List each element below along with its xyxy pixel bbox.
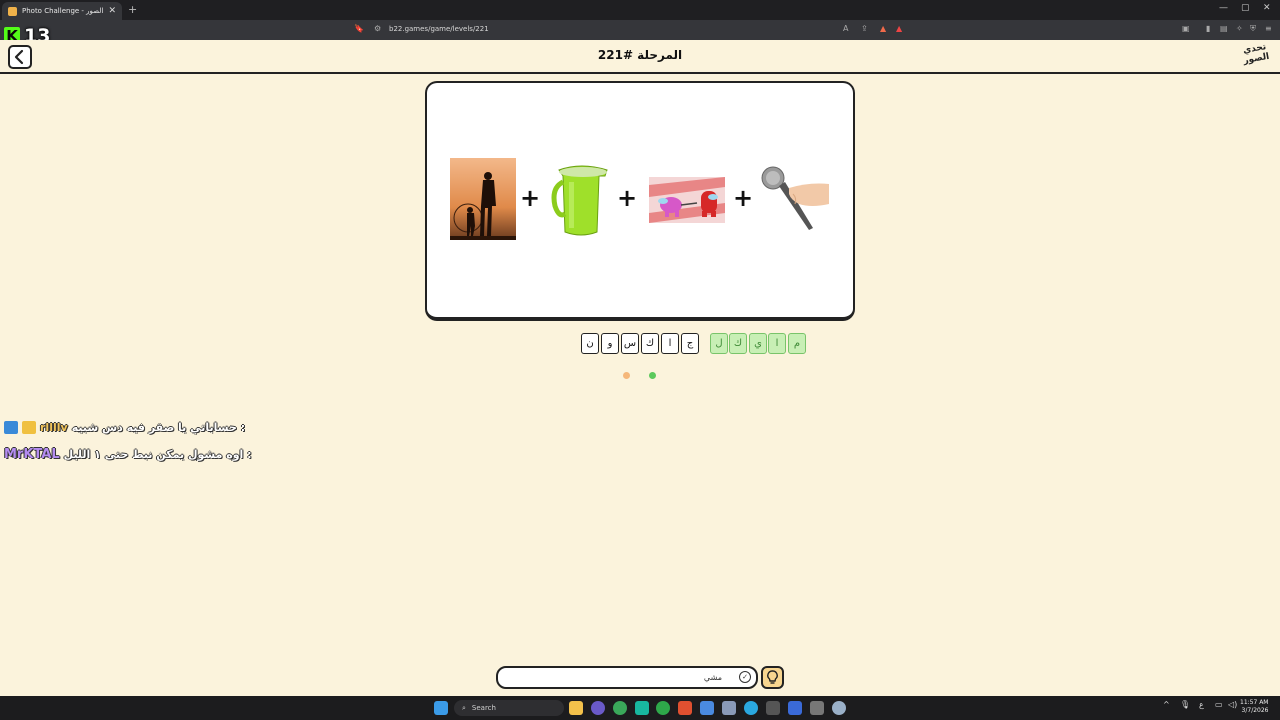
url-text: b22.games/game/levels/221 [389,25,489,33]
lightbulb-icon [767,670,778,684]
crown-badge-icon [22,421,36,434]
father-and-son-image [450,158,516,240]
brave-icon[interactable] [678,701,692,715]
chat-message: rllllv حساباتي يا صقر فيه دس شبيه : [4,421,245,434]
back-button[interactable] [8,45,32,69]
plus-icon: + [617,184,638,212]
answer-letter-slot[interactable]: ك [641,333,659,354]
plus-icon: + [520,184,541,212]
answer-letter-slot[interactable]: و [601,333,619,354]
bookmark-icon[interactable]: 🔖 [354,24,364,33]
windows-start-icon[interactable] [434,701,448,715]
close-window-icon[interactable]: ✕ [1263,3,1271,13]
microphone-image [759,164,831,236]
clock-time: 11:57 AM [1240,699,1269,706]
address-bar-row [0,20,1280,57]
minimize-icon[interactable]: — [1219,3,1228,13]
tray-chevron-icon[interactable]: ^ [1163,700,1170,709]
app-icon[interactable] [635,701,649,715]
brave-rewards-icon[interactable]: ▲ [896,24,902,33]
app-icon[interactable] [810,701,824,715]
site-info-icon[interactable]: ⚙ [374,24,381,33]
answer-letter-slot[interactable]: س [621,333,639,354]
chat-username: rllllv [40,421,68,434]
app-icon[interactable] [788,701,802,715]
close-tab-icon[interactable]: ✕ [108,6,116,16]
revealed-letter-slot[interactable]: ا [768,333,786,354]
answer-input[interactable]: مشي ✓ [496,666,758,689]
new-tab-icon[interactable]: + [128,3,137,16]
browser-tab-bar: Photo Challenge - تحدي الصور ✕ + — ▢ ✕ [0,0,1280,20]
language-indicator[interactable]: ع [1199,700,1204,709]
answer-letter-slot[interactable]: ن [581,333,599,354]
chevron-left-icon [14,49,24,65]
chat-text: اوه مشول يمكن نبط حتى ١ الليل : [63,448,252,461]
leo-ai-icon[interactable]: ✧ [1236,24,1243,33]
share-icon[interactable]: ⇪ [861,24,868,33]
taskbar-search-label: Search [471,704,496,712]
word-dot-green [649,372,656,379]
green-jug-image [551,162,613,238]
chat-username: MrKTAL [4,447,60,462]
vpn-icon[interactable]: ⛨ [1250,24,1256,34]
answer-text: مشي [703,673,722,682]
brave-shield-icon[interactable]: ▲ [880,24,886,33]
microphone-tray-icon[interactable]: 🎙 [1180,700,1190,709]
file-explorer-icon[interactable] [569,701,583,715]
app-icon[interactable] [591,701,605,715]
check-icon[interactable]: ✓ [739,671,751,683]
xbox-icon[interactable] [656,701,670,715]
maximize-icon[interactable]: ▢ [1241,3,1250,13]
volume-icon[interactable]: ◁) [1228,700,1237,709]
menu-icon[interactable]: ≡ [1265,24,1272,33]
app-icon[interactable] [722,701,736,715]
revealed-letter-slot[interactable]: ي [749,333,767,354]
settings-icon[interactable] [832,701,846,715]
taskbar-clock[interactable]: 11:57 AM 3/7/2026 [1240,699,1268,715]
tab-title: Photo Challenge - تحدي الصور [22,7,104,15]
answer-letter-slot[interactable]: ج [681,333,699,354]
revealed-letter-slot[interactable]: ك [729,333,747,354]
search-icon: ⌕ [462,703,466,712]
revealed-letter-slot[interactable]: م [788,333,806,354]
clock-date: 3/7/2026 [1241,707,1269,714]
chat-text: حساباتي يا صقر فيه دس شبيه : [71,421,246,434]
extensions-icon[interactable]: ▣ [1182,24,1190,33]
network-icon[interactable]: ▭ [1215,700,1223,709]
chat-message: MrKTAL اوه مشول يمكن نبط حتى ١ الليل : [4,447,252,462]
revealed-letter-slot[interactable]: ل [710,333,728,354]
level-title: المرحلة #221 [597,48,683,62]
hint-button[interactable] [761,666,784,689]
subscriber-badge-icon [4,421,18,434]
answer-letter-slot[interactable]: ا [661,333,679,354]
security-icon[interactable] [700,701,714,715]
tab-manager-icon[interactable]: ▤ [1220,24,1228,33]
taskbar-search[interactable]: ⌕ Search [454,700,564,716]
word-dot-orange [623,372,630,379]
edge-icon[interactable] [744,701,758,715]
plus-icon: + [733,184,754,212]
browser-tab[interactable]: Photo Challenge - تحدي الصور ✕ [2,2,122,20]
sidebar-icon[interactable]: ▮ [1206,24,1210,33]
translate-icon[interactable]: A [843,24,848,33]
chrome-icon[interactable] [613,701,627,715]
epic-games-icon[interactable] [766,701,780,715]
among-us-image [649,177,725,223]
tab-favicon-icon [8,6,17,16]
